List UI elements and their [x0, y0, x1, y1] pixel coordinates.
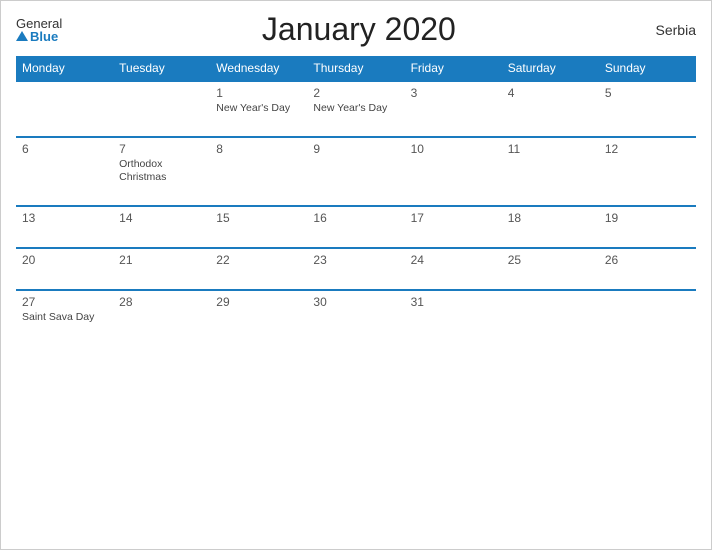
- day-number: 8: [216, 142, 301, 156]
- day-cell: 23: [307, 248, 404, 290]
- day-cell: 27 Saint Sava Day: [16, 290, 113, 345]
- weekday-tuesday: Tuesday: [113, 56, 210, 81]
- day-cell: 26: [599, 248, 696, 290]
- day-number: 29: [216, 295, 301, 309]
- logo-general-text: General: [16, 17, 62, 30]
- day-number: 25: [508, 253, 593, 267]
- day-number: 13: [22, 211, 107, 225]
- day-number: 2: [313, 86, 398, 100]
- day-cell: 18: [502, 206, 599, 248]
- holiday-label: New Year's Day: [216, 102, 301, 116]
- day-number: 28: [119, 295, 204, 309]
- day-cell: 3: [405, 81, 502, 137]
- day-cell: 1 New Year's Day: [210, 81, 307, 137]
- day-cell: 31: [405, 290, 502, 345]
- day-cell: 8: [210, 137, 307, 206]
- day-cell: 7 Orthodox Christmas: [113, 137, 210, 206]
- day-number: 9: [313, 142, 398, 156]
- day-cell: 14: [113, 206, 210, 248]
- day-number: 5: [605, 86, 690, 100]
- day-cell: 29: [210, 290, 307, 345]
- day-cell: 5: [599, 81, 696, 137]
- calendar-header: General Blue January 2020 Serbia: [16, 11, 696, 48]
- day-number: 27: [22, 295, 107, 309]
- day-cell: [16, 81, 113, 137]
- weekday-monday: Monday: [16, 56, 113, 81]
- day-cell: 10: [405, 137, 502, 206]
- day-number: 23: [313, 253, 398, 267]
- day-cell: 13: [16, 206, 113, 248]
- day-number: 31: [411, 295, 496, 309]
- day-number: 17: [411, 211, 496, 225]
- day-number: 19: [605, 211, 690, 225]
- weekday-friday: Friday: [405, 56, 502, 81]
- day-cell: 11: [502, 137, 599, 206]
- calendar-title: January 2020: [262, 11, 456, 48]
- day-cell: 30: [307, 290, 404, 345]
- day-number: 21: [119, 253, 204, 267]
- weekday-saturday: Saturday: [502, 56, 599, 81]
- day-cell: 15: [210, 206, 307, 248]
- day-number: 1: [216, 86, 301, 100]
- calendar-container: General Blue January 2020 Serbia Monday …: [0, 0, 712, 550]
- day-cell: [599, 290, 696, 345]
- weekday-sunday: Sunday: [599, 56, 696, 81]
- day-cell: 17: [405, 206, 502, 248]
- day-cell: [113, 81, 210, 137]
- week-row-2: 13 14 15 16 17 18 19: [16, 206, 696, 248]
- weekday-thursday: Thursday: [307, 56, 404, 81]
- calendar-table: Monday Tuesday Wednesday Thursday Friday…: [16, 56, 696, 345]
- day-number: 16: [313, 211, 398, 225]
- day-number: 11: [508, 142, 593, 156]
- day-number: 12: [605, 142, 690, 156]
- week-row-4: 27 Saint Sava Day 28 29 30 31: [16, 290, 696, 345]
- day-cell: 24: [405, 248, 502, 290]
- day-number: 7: [119, 142, 204, 156]
- day-number: 26: [605, 253, 690, 267]
- day-number: 6: [22, 142, 107, 156]
- weekday-header-row: Monday Tuesday Wednesday Thursday Friday…: [16, 56, 696, 81]
- week-row-0: 1 New Year's Day 2 New Year's Day 345: [16, 81, 696, 137]
- country-label: Serbia: [656, 22, 696, 38]
- day-number: 20: [22, 253, 107, 267]
- day-cell: 28: [113, 290, 210, 345]
- day-cell: 9: [307, 137, 404, 206]
- day-cell: 20: [16, 248, 113, 290]
- day-number: 4: [508, 86, 593, 100]
- day-cell: 21: [113, 248, 210, 290]
- day-number: 14: [119, 211, 204, 225]
- logo: General Blue: [16, 17, 62, 43]
- day-cell: 25: [502, 248, 599, 290]
- logo-triangle-icon: [16, 31, 28, 41]
- day-number: 18: [508, 211, 593, 225]
- day-cell: 16: [307, 206, 404, 248]
- holiday-label: New Year's Day: [313, 102, 398, 116]
- day-number: 3: [411, 86, 496, 100]
- day-number: 10: [411, 142, 496, 156]
- day-number: 30: [313, 295, 398, 309]
- day-number: 24: [411, 253, 496, 267]
- logo-blue-text: Blue: [16, 30, 58, 43]
- day-cell: 12: [599, 137, 696, 206]
- day-cell: 6: [16, 137, 113, 206]
- day-cell: 2 New Year's Day: [307, 81, 404, 137]
- holiday-label: Saint Sava Day: [22, 311, 107, 325]
- holiday-label: Orthodox Christmas: [119, 158, 204, 185]
- day-cell: [502, 290, 599, 345]
- day-cell: 22: [210, 248, 307, 290]
- day-number: 15: [216, 211, 301, 225]
- week-row-1: 67 Orthodox Christmas 89 10 11 12: [16, 137, 696, 206]
- day-cell: 19: [599, 206, 696, 248]
- weekday-wednesday: Wednesday: [210, 56, 307, 81]
- day-cell: 4: [502, 81, 599, 137]
- day-number: 22: [216, 253, 301, 267]
- week-row-3: 20 21 22 23 24 25 26: [16, 248, 696, 290]
